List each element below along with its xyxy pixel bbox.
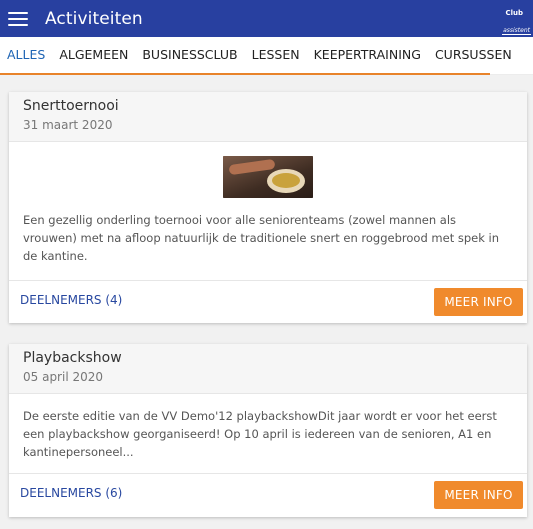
participants-link[interactable]: DEELNEMERS (6) — [20, 486, 122, 500]
app-title: Activiteiten — [45, 8, 143, 29]
tab-cursussen[interactable]: CURSUSSEN — [435, 37, 512, 73]
app-bar: Activiteiten Club assistent — [0, 0, 533, 37]
more-info-button[interactable]: MEER INFO — [434, 481, 523, 509]
event-title: Snerttoernooi — [23, 98, 119, 114]
card-header: Playbackshow 05 april 2020 — [9, 344, 527, 394]
tab-alles[interactable]: ALLES — [7, 37, 45, 73]
card-body: Een gezellig onderling toernooi voor all… — [9, 142, 527, 281]
category-tabs: ALLES ALGEMEEN BUSINESSCLUB LESSEN KEEPE… — [0, 37, 533, 75]
tab-businessclub[interactable]: BUSINESSCLUB — [142, 37, 237, 73]
card-body: De eerste editie van de VV Demo'12 playb… — [9, 394, 527, 474]
tab-keepertraining[interactable]: KEEPERTRAINING — [314, 37, 421, 73]
event-date: 31 maart 2020 — [23, 118, 113, 132]
event-date: 05 april 2020 — [23, 370, 104, 384]
card-footer: DEELNEMERS (6) MEER INFO — [9, 474, 527, 517]
participants-link[interactable]: DEELNEMERS (4) — [20, 293, 122, 307]
logo-line1: Club — [505, 9, 523, 17]
club-assistent-logo: Club assistent — [500, 9, 531, 35]
hamburger-menu-icon[interactable] — [8, 11, 28, 26]
logo-line2: assistent — [502, 27, 531, 35]
tab-algemeen[interactable]: ALGEMEEN — [59, 37, 128, 73]
card-header: Snerttoernooi 31 maart 2020 — [9, 92, 527, 142]
card-footer: DEELNEMERS (4) MEER INFO — [9, 281, 527, 323]
event-title: Playbackshow — [23, 350, 122, 366]
event-card: Snerttoernooi 31 maart 2020 Een gezellig… — [9, 92, 527, 323]
tab-underline — [0, 73, 490, 75]
event-image — [223, 156, 313, 198]
more-info-button[interactable]: MEER INFO — [434, 288, 523, 316]
event-description: De eerste editie van de VV Demo'12 playb… — [23, 409, 497, 459]
event-card: Playbackshow 05 april 2020 De eerste edi… — [9, 344, 527, 517]
tab-lessen[interactable]: LESSEN — [252, 37, 300, 73]
event-description: Een gezellig onderling toernooi voor all… — [23, 213, 500, 263]
